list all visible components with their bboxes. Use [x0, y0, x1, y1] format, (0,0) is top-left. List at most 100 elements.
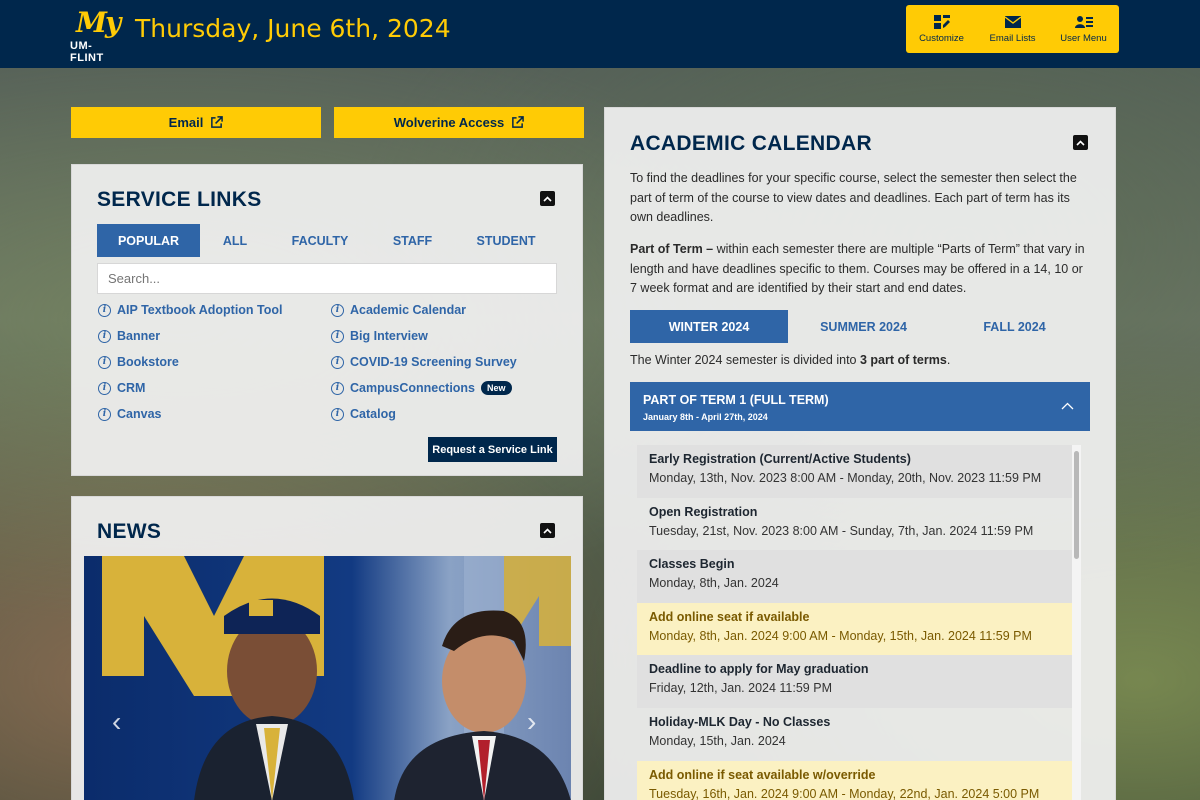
info-icon: i: [98, 355, 111, 369]
news-carousel-image[interactable]: ‹ ›: [84, 556, 571, 800]
service-links-title: SERVICE LINKS: [97, 188, 262, 211]
event-name: Classes Begin: [649, 557, 735, 572]
logo-umflint-text: UM-FLINT: [70, 40, 104, 64]
tab-fall-2024[interactable]: FALL 2024: [939, 310, 1090, 343]
tab-summer-2024[interactable]: SUMMER 2024: [788, 310, 939, 343]
email-lists-button[interactable]: Email Lists: [977, 5, 1048, 53]
link-catalog[interactable]: i Catalog: [331, 407, 396, 421]
user-menu-label: User Menu: [1060, 33, 1107, 44]
division-suffix: .: [946, 353, 951, 367]
link-canvas[interactable]: i Canvas: [98, 407, 161, 421]
link-bookstore[interactable]: i Bookstore: [98, 355, 179, 369]
info-icon: i: [331, 381, 344, 395]
event-date: Monday, 8th, Jan. 2024 9:00 AM - Monday,…: [649, 628, 1032, 643]
link-crm[interactable]: i CRM: [98, 381, 145, 395]
division-prefix: The Winter 2024 semester is divided into: [630, 353, 860, 367]
link-label: Big Interview: [350, 329, 428, 343]
current-date: Thursday, June 6th, 2024: [135, 14, 451, 43]
info-icon: i: [331, 355, 344, 369]
term-events-list: Early Registration (Current/Active Stude…: [637, 445, 1072, 800]
event-item: Add online if seat available w/override …: [637, 760, 1072, 800]
tab-popular[interactable]: POPULAR: [97, 224, 200, 257]
service-links-tabs: POPULAR ALL FACULTY STAFF STUDENT: [97, 224, 557, 257]
link-banner[interactable]: i Banner: [98, 329, 160, 343]
chevron-up-icon: [543, 195, 552, 202]
event-name: Deadline to apply for May graduation: [649, 662, 869, 677]
division-count: 3 part of terms: [859, 353, 947, 367]
customize-button[interactable]: Customize: [906, 5, 977, 53]
email-lists-label: Email Lists: [989, 33, 1036, 44]
info-icon: i: [98, 303, 111, 317]
events-scrollbar-thumb[interactable]: [1074, 451, 1079, 559]
chevron-up-icon: [543, 527, 552, 534]
header-toolbar: Customize Email Lists User Menu: [906, 5, 1119, 53]
email-button-label: Email: [168, 115, 204, 130]
info-icon: i: [98, 381, 111, 395]
event-date: Friday, 12th, Jan. 2024 11:59 PM: [649, 681, 832, 696]
event-item: Holiday-MLK Day - No Classes Monday, 15t…: [637, 708, 1072, 761]
event-date: Monday, 15th, Jan. 2024: [649, 733, 786, 748]
term-dates: January 8th - April 27th, 2024: [643, 412, 768, 422]
service-links-panel: SERVICE LINKS POPULAR ALL FACULTY STAFF …: [71, 164, 583, 476]
link-campus-connections[interactable]: i CampusConnections New: [331, 381, 512, 395]
email-button[interactable]: Email: [71, 107, 321, 138]
academic-calendar-panel: ACADEMIC CALENDAR To find the deadlines …: [604, 107, 1116, 800]
event-item: Classes Begin Monday, 8th, Jan. 2024: [637, 550, 1072, 603]
new-badge: New: [481, 381, 512, 395]
news-photo: [102, 556, 571, 800]
tab-faculty[interactable]: FACULTY: [270, 224, 370, 257]
events-scrollbar[interactable]: [1072, 445, 1081, 800]
term-title: PART OF TERM 1 (FULL TERM): [643, 393, 829, 407]
tab-staff[interactable]: STAFF: [370, 224, 455, 257]
myumflint-logo[interactable]: My UM-FLINT: [70, 6, 122, 64]
event-item: Deadline to apply for May graduation Fri…: [637, 655, 1072, 708]
event-name: Early Registration (Current/Active Stude…: [649, 452, 911, 466]
event-date: Monday, 8th, Jan. 2024: [649, 576, 779, 591]
user-menu-icon: [1074, 16, 1093, 28]
top-header: My UM-FLINT Thursday, June 6th, 2024 Cus…: [0, 0, 1200, 68]
event-name: Add online seat if available: [649, 609, 810, 624]
news-panel: NEWS ‹ ›: [71, 496, 583, 800]
service-links-search-input[interactable]: [97, 263, 557, 294]
part-of-term-accordion-header[interactable]: PART OF TERM 1 (FULL TERM) January 8th -…: [630, 382, 1090, 431]
carousel-next-button[interactable]: ›: [527, 706, 536, 738]
link-covid-survey[interactable]: i COVID-19 Screening Survey: [331, 355, 517, 369]
news-title: NEWS: [97, 520, 162, 543]
request-service-link-button[interactable]: Request a Service Link: [428, 437, 557, 462]
service-links-collapse-button[interactable]: [540, 191, 555, 206]
news-collapse-button[interactable]: [540, 523, 555, 538]
academic-calendar-title: ACADEMIC CALENDAR: [630, 132, 872, 155]
link-label: Catalog: [350, 407, 396, 421]
link-label: COVID-19 Screening Survey: [350, 355, 517, 369]
link-academic-calendar[interactable]: i Academic Calendar: [331, 303, 466, 317]
calendar-collapse-button[interactable]: [1073, 135, 1088, 150]
part-of-term-label: Part of Term –: [630, 242, 714, 256]
link-label: Canvas: [117, 407, 162, 421]
carousel-prev-button[interactable]: ‹: [112, 706, 121, 738]
event-date: Tuesday, 16th, Jan. 2024 9:00 AM - Monda…: [649, 786, 1040, 800]
link-label: Banner: [117, 329, 161, 343]
event-item: Open Registration Tuesday, 21st, Nov. 20…: [637, 498, 1072, 551]
event-item: Early Registration (Current/Active Stude…: [637, 445, 1072, 498]
chevron-up-icon: [1076, 139, 1085, 146]
link-aip-textbook[interactable]: i AIP Textbook Adoption Tool: [98, 303, 283, 317]
customize-icon: [933, 15, 950, 29]
link-big-interview[interactable]: i Big Interview: [331, 329, 428, 343]
tab-all[interactable]: ALL: [200, 224, 270, 257]
event-date: Tuesday, 21st, Nov. 2023 8:00 AM - Sunda…: [649, 523, 1034, 538]
info-icon: i: [331, 329, 344, 343]
info-icon: i: [98, 407, 111, 421]
user-menu-button[interactable]: User Menu: [1048, 5, 1119, 53]
link-label: AIP Textbook Adoption Tool: [117, 303, 283, 317]
wolverine-access-label: Wolverine Access: [393, 115, 505, 130]
semester-tabs: WINTER 2024 SUMMER 2024 FALL 2024: [630, 310, 1090, 343]
wolverine-access-button[interactable]: Wolverine Access: [334, 107, 584, 138]
tab-student[interactable]: STUDENT: [455, 224, 557, 257]
link-label: CRM: [117, 381, 146, 395]
external-link-icon: [211, 116, 224, 128]
info-icon: i: [331, 407, 344, 421]
event-name: Add online if seat available w/override: [649, 767, 876, 782]
tab-winter-2024[interactable]: WINTER 2024: [630, 310, 788, 343]
link-label: Academic Calendar: [350, 303, 467, 317]
logo-my-text: My: [76, 6, 121, 39]
